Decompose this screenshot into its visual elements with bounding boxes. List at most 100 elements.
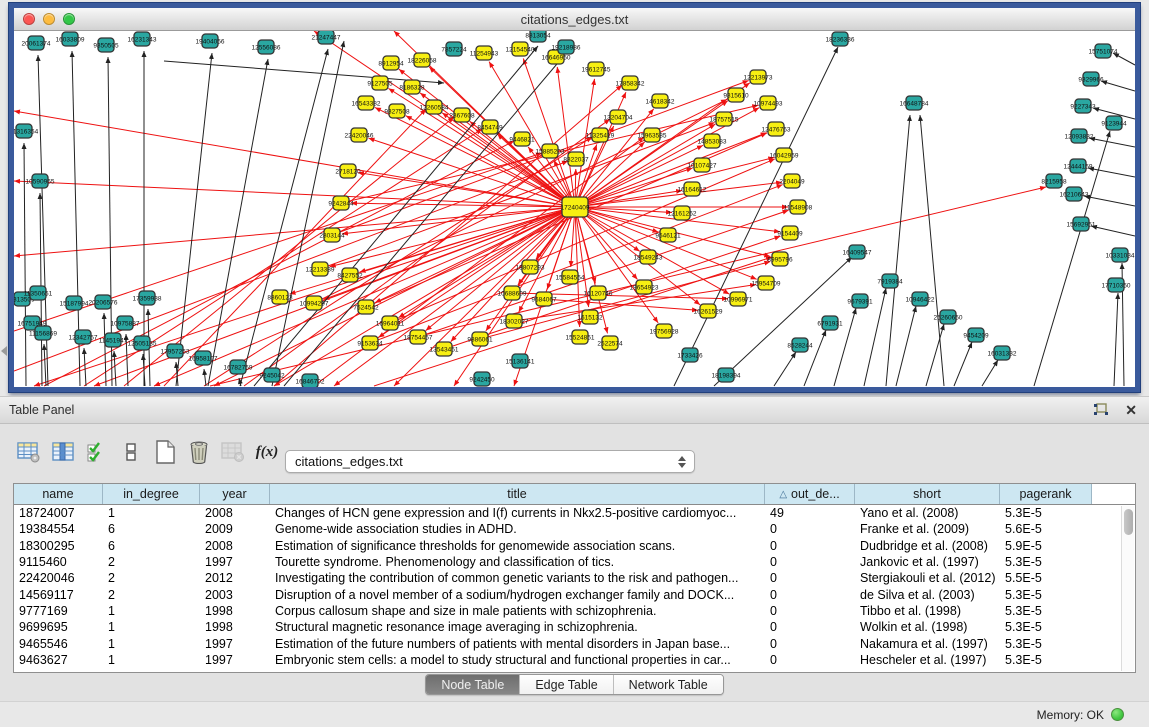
window-titlebar[interactable]: citations_edges.txt	[14, 8, 1135, 31]
table-cell[interactable]: 1997	[200, 637, 270, 651]
table-cell[interactable]: Stergiakouli et al. (2012)	[855, 571, 1000, 585]
table-cell[interactable]: Jankovic et al. (1997)	[855, 555, 1000, 569]
table-cell[interactable]: 9463627	[14, 653, 103, 667]
tab-edge-table[interactable]: Edge Table	[520, 675, 613, 694]
column-header-pagerank[interactable]: pagerank	[1000, 484, 1092, 504]
table-cell[interactable]: 1	[103, 620, 200, 634]
table-cell[interactable]: 14569117	[14, 588, 103, 602]
table-mode-button[interactable]	[14, 438, 44, 466]
tab-network-table[interactable]: Network Table	[614, 675, 723, 694]
table-cell[interactable]: 5.3E-5	[1000, 653, 1092, 667]
row-height-button[interactable]	[116, 438, 146, 466]
table-row[interactable]: 946362711997Embryonic stem cells: a mode…	[14, 652, 1135, 668]
function-builder-button[interactable]: f(x)	[252, 438, 282, 466]
table-cell[interactable]: Hescheler et al. (1997)	[855, 653, 1000, 667]
table-cell[interactable]: 5.3E-5	[1000, 604, 1092, 618]
table-row[interactable]: 911546021997Tourette syndrome. Phenomeno…	[14, 554, 1135, 570]
table-cell[interactable]: 0	[765, 637, 855, 651]
table-cell[interactable]: 1	[103, 506, 200, 520]
table-cell[interactable]: Estimation of significance thresholds fo…	[270, 539, 765, 553]
table-cell[interactable]: 1998	[200, 604, 270, 618]
table-cell[interactable]: 18724007	[14, 506, 103, 520]
table-row[interactable]: 1938455462009Genome-wide association stu…	[14, 521, 1135, 537]
table-cell[interactable]: 2	[103, 588, 200, 602]
float-window-icon[interactable]	[1093, 403, 1109, 417]
table-cell[interactable]: Franke et al. (2009)	[855, 522, 1000, 536]
table-cell[interactable]: 5.3E-5	[1000, 637, 1092, 651]
table-cell[interactable]: 2003	[200, 588, 270, 602]
table-cell[interactable]: Tourette syndrome. Phenomenology and cla…	[270, 555, 765, 569]
table-cell[interactable]: 2	[103, 555, 200, 569]
table-cell[interactable]: Structural magnetic resonance image aver…	[270, 620, 765, 634]
table-cell[interactable]: 0	[765, 555, 855, 569]
table-cell[interactable]: 1997	[200, 653, 270, 667]
column-header-out-de-[interactable]: △out_de...	[765, 484, 855, 504]
delete-table-button[interactable]	[218, 438, 248, 466]
table-cell[interactable]: 0	[765, 620, 855, 634]
column-header-name[interactable]: name	[14, 484, 103, 504]
table-cell[interactable]: 0	[765, 588, 855, 602]
table-cell[interactable]: Investigating the contribution of common…	[270, 571, 765, 585]
table-cell[interactable]: Disruption of a novel member of a sodium…	[270, 588, 765, 602]
table-cell[interactable]: 5.3E-5	[1000, 588, 1092, 602]
table-row[interactable]: 2242004622012Investigating the contribut…	[14, 570, 1135, 586]
table-row[interactable]: 1872400712008Changes of HCN gene express…	[14, 505, 1135, 521]
table-cell[interactable]: 1	[103, 653, 200, 667]
panel-divider-arrow[interactable]	[1, 346, 7, 356]
column-header-in-degree[interactable]: in_degree	[103, 484, 200, 504]
table-cell[interactable]: 1998	[200, 620, 270, 634]
table-cell[interactable]: 0	[765, 571, 855, 585]
table-cell[interactable]: 1	[103, 637, 200, 651]
select-rows-button[interactable]	[82, 438, 112, 466]
table-cell[interactable]: 6	[103, 539, 200, 553]
table-cell[interactable]: Embryonic stem cells: a model to study s…	[270, 653, 765, 667]
table-cell[interactable]: 2012	[200, 571, 270, 585]
table-cell[interactable]: 2009	[200, 522, 270, 536]
table-cell[interactable]: 0	[765, 522, 855, 536]
table-row[interactable]: 969969511998Structural magnetic resonanc…	[14, 619, 1135, 635]
table-cell[interactable]: Changes of HCN gene expression and I(f) …	[270, 506, 765, 520]
table-vertical-scrollbar[interactable]	[1121, 506, 1134, 671]
table-cell[interactable]: 5.6E-5	[1000, 522, 1092, 536]
table-cell[interactable]: 18300295	[14, 539, 103, 553]
table-cell[interactable]: 0	[765, 539, 855, 553]
table-cell[interactable]: 5.3E-5	[1000, 506, 1092, 520]
table-cell[interactable]: 9115460	[14, 555, 103, 569]
table-cell[interactable]: 5.3E-5	[1000, 620, 1092, 634]
table-cell[interactable]: 19384554	[14, 522, 103, 536]
create-column-button[interactable]	[150, 438, 180, 466]
table-cell[interactable]: 9465546	[14, 637, 103, 651]
table-row[interactable]: 1456911722003Disruption of a novel membe…	[14, 586, 1135, 602]
table-cell[interactable]: Dudbridge et al. (2008)	[855, 539, 1000, 553]
table-cell[interactable]: 5.3E-5	[1000, 555, 1092, 569]
scrollbar-thumb[interactable]	[1124, 509, 1133, 535]
table-cell[interactable]: 0	[765, 653, 855, 667]
table-row[interactable]: 977716911998Corpus callosum shape and si…	[14, 603, 1135, 619]
table-selector-dropdown[interactable]: citations_edges.txt	[285, 450, 695, 473]
tab-node-table[interactable]: Node Table	[426, 675, 520, 694]
table-row[interactable]: 946554611997Estimation of the future num…	[14, 635, 1135, 651]
close-panel-icon[interactable]: ✕	[1125, 403, 1137, 417]
table-cell[interactable]: Nakamura et al. (1997)	[855, 637, 1000, 651]
table-cell[interactable]: Genome-wide association studies in ADHD.	[270, 522, 765, 536]
table-cell[interactable]: 5.5E-5	[1000, 571, 1092, 585]
table-cell[interactable]: 1	[103, 604, 200, 618]
table-cell[interactable]: Tibbo et al. (1998)	[855, 604, 1000, 618]
table-cell[interactable]: 9699695	[14, 620, 103, 634]
table-cell[interactable]: Yano et al. (2008)	[855, 506, 1000, 520]
table-cell[interactable]: 2	[103, 571, 200, 585]
column-header-year[interactable]: year	[200, 484, 270, 504]
table-cell[interactable]: 5.9E-5	[1000, 539, 1092, 553]
table-cell[interactable]: 22420046	[14, 571, 103, 585]
table-cell[interactable]: 2008	[200, 539, 270, 553]
table-cell[interactable]: Corpus callosum shape and size in male p…	[270, 604, 765, 618]
table-cell[interactable]: 0	[765, 604, 855, 618]
column-header-title[interactable]: title	[270, 484, 765, 504]
table-cell[interactable]: 49	[765, 506, 855, 520]
show-columns-button[interactable]	[48, 438, 78, 466]
network-canvas[interactable]: 1724040918226058891295491275058186328165…	[14, 31, 1135, 387]
table-cell[interactable]: Estimation of the future numbers of pati…	[270, 637, 765, 651]
table-cell[interactable]: 1997	[200, 555, 270, 569]
table-cell[interactable]: Wolkin et al. (1998)	[855, 620, 1000, 634]
table-cell[interactable]: 9777169	[14, 604, 103, 618]
